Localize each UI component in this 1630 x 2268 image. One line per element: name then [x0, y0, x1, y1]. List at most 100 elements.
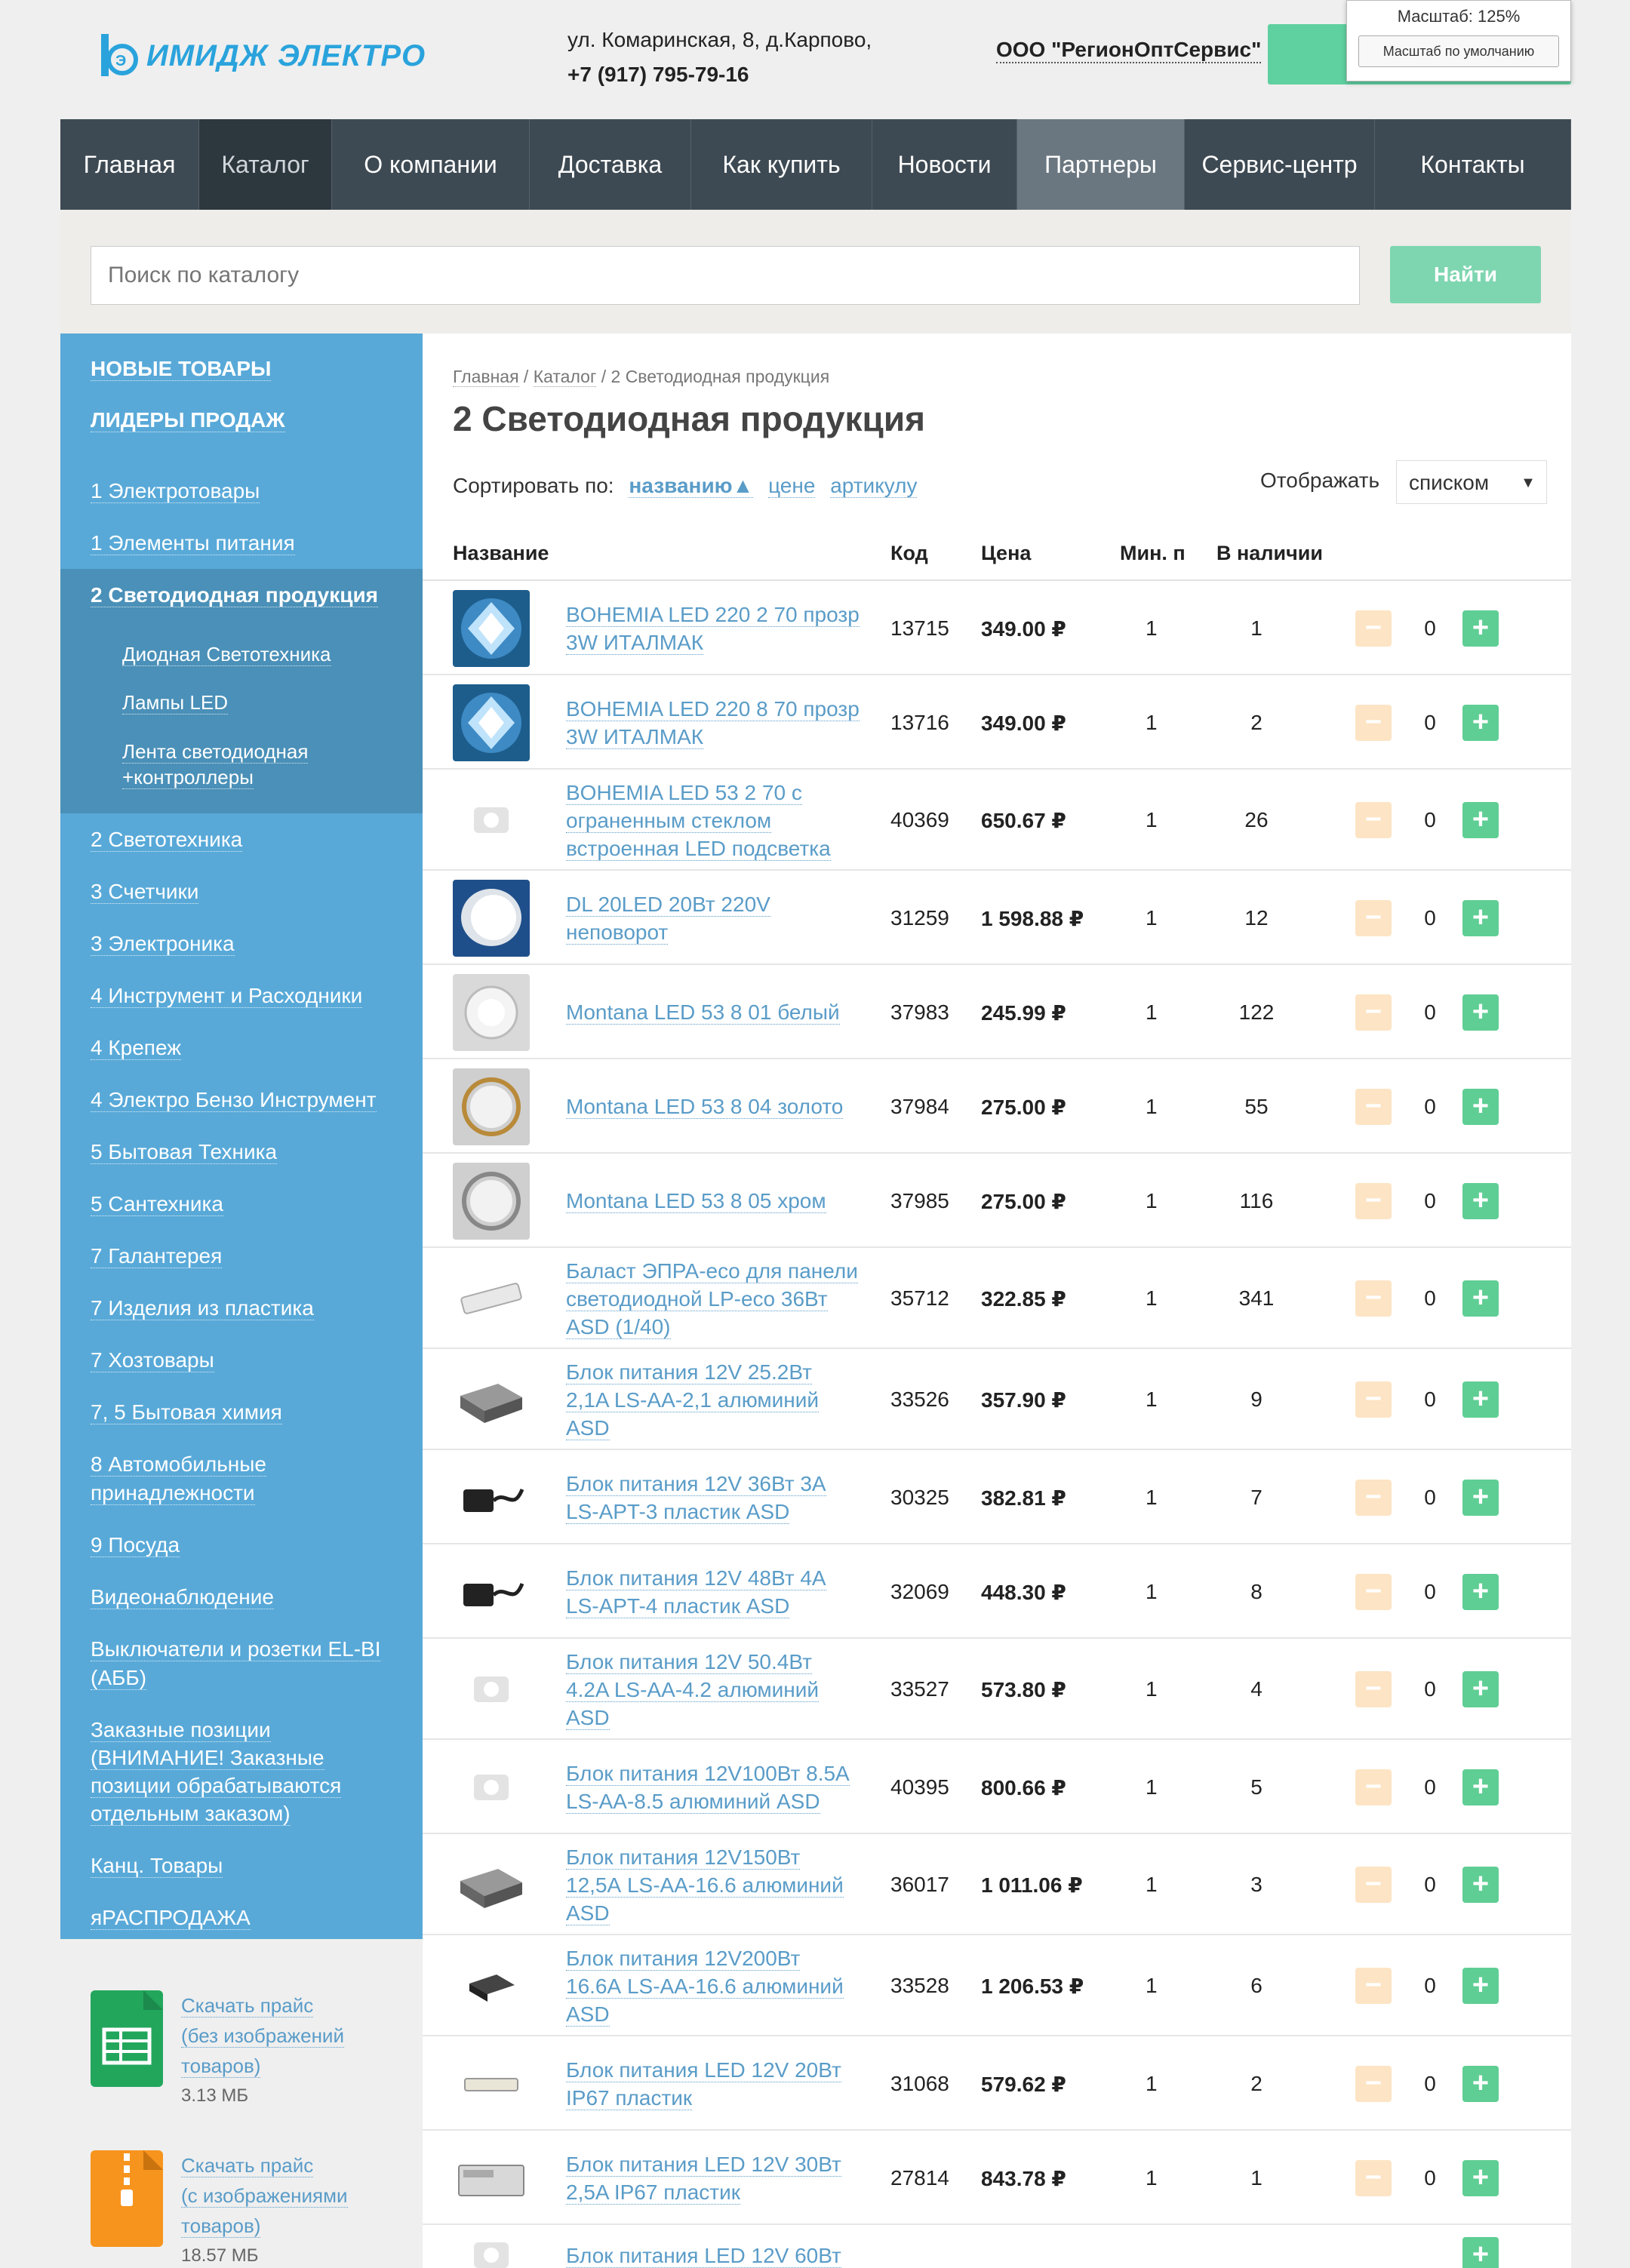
product-name-link[interactable]: Montana LED 53 8 01 белый — [566, 998, 860, 1026]
sidebar-item-batteries[interactable]: 1 Элементы питания — [91, 529, 295, 558]
product-name-link[interactable]: Блок питания 12V 50.4Вт 4.2A LS-AA-4.2 ал… — [566, 1648, 860, 1732]
minus-icon[interactable]: − — [1355, 1671, 1392, 1707]
minus-icon[interactable]: − — [1355, 1381, 1392, 1418]
nav-catalog[interactable]: Каталог — [199, 119, 332, 210]
sort-by-article[interactable]: артикулу — [830, 474, 918, 498]
plus-icon[interactable]: + — [1462, 2159, 1499, 2196]
download-link-text[interactable]: товаров) — [181, 2214, 261, 2238]
sidebar-item[interactable]: 7, 5 Бытовая химия — [91, 1398, 282, 1427]
download-link-text[interactable]: (без изображений — [181, 2024, 344, 2048]
plus-icon[interactable]: + — [1462, 1280, 1499, 1317]
minus-icon[interactable]: − — [1355, 1280, 1392, 1317]
quantity-value[interactable]: 0 — [1419, 1000, 1441, 1025]
product-name-link[interactable]: Блок питания 12V150Вт 12,5А LS-AA-16.6 ал… — [566, 1843, 860, 1927]
quantity-value[interactable]: 0 — [1419, 1873, 1441, 1897]
minus-icon[interactable]: − — [1355, 1182, 1392, 1219]
camera-placeholder-icon[interactable] — [453, 2217, 530, 2268]
nav-news[interactable]: Новости — [872, 119, 1017, 210]
minus-icon[interactable]: − — [1355, 2159, 1392, 2196]
search-button[interactable]: Найти — [1390, 246, 1541, 303]
minus-icon[interactable]: − — [1355, 1479, 1392, 1516]
product-image[interactable] — [453, 2045, 530, 2122]
product-image[interactable] — [453, 1260, 530, 1337]
product-image[interactable] — [453, 1846, 530, 1923]
quantity-value[interactable]: 0 — [1419, 2072, 1441, 2096]
sort-by-price[interactable]: цене — [768, 474, 816, 498]
sidebar-item[interactable]: 3 Электроника — [91, 930, 235, 958]
product-name-link[interactable]: Блок питания LED 12V 20Вт IP67 пластик — [566, 2056, 860, 2112]
product-name-link[interactable]: BOHEMIA LED 220 2 70 прозр 3W ИТАЛМАК — [566, 601, 860, 656]
product-name-link[interactable]: BOHEMIA LED 53 2 70 с ограненным стеклом в… — [566, 779, 860, 862]
display-select[interactable]: списком ▼ — [1395, 459, 1547, 504]
nav-how-to-buy[interactable]: Как купить — [691, 119, 872, 210]
quantity-value[interactable]: 0 — [1419, 1286, 1441, 1311]
quantity-value[interactable]: 0 — [1419, 1974, 1441, 1998]
breadcrumb-catalog[interactable]: Каталог — [533, 367, 597, 387]
plus-icon[interactable]: + — [1462, 1182, 1499, 1219]
product-name-link[interactable]: Блок питания 12V 48Вт 4А LS-APT-4 пластик… — [566, 1564, 860, 1620]
download-link-text[interactable]: Скачать прайс — [181, 2154, 314, 2177]
sidebar-item[interactable]: принадлежности — [91, 1479, 255, 1507]
minus-icon[interactable]: − — [1355, 994, 1392, 1031]
sidebar-subitem[interactable]: Лампы LED — [122, 690, 228, 715]
quantity-value[interactable]: 0 — [1419, 906, 1441, 930]
quantity-value[interactable]: 0 — [1419, 1189, 1441, 1213]
product-image[interactable] — [453, 1458, 530, 1536]
sidebar-item[interactable]: 7 Хозтовары — [91, 1346, 214, 1375]
nav-about[interactable]: О компании — [332, 119, 530, 210]
minus-icon[interactable]: − — [1355, 802, 1392, 838]
product-name-link[interactable]: Блок питания 12V 36Вт 3А LS-APT-3 пластик… — [566, 1470, 860, 1526]
nav-home[interactable]: Главная — [60, 119, 199, 210]
minus-icon[interactable]: − — [1355, 704, 1392, 741]
sidebar-item[interactable]: (ВНИМАНИЕ! Заказные — [91, 1744, 324, 1772]
product-image[interactable] — [453, 2139, 530, 2217]
sidebar-item-led-active[interactable]: 2 Светодиодная продукция — [91, 581, 379, 610]
quantity-value[interactable]: 0 — [1419, 711, 1441, 735]
plus-icon[interactable]: + — [1462, 1479, 1499, 1516]
search-input[interactable] — [91, 246, 1360, 305]
sidebar-item[interactable]: 3 Счетчики — [91, 877, 199, 906]
sidebar-item[interactable]: Видеонаблюдение — [91, 1583, 274, 1612]
sidebar-item-electro[interactable]: 1 Электротовары — [91, 477, 260, 506]
product-image[interactable] — [453, 1068, 530, 1145]
camera-placeholder-icon[interactable] — [453, 1749, 530, 1826]
sidebar-item[interactable]: 4 Электро Бензо Инструмент — [91, 1086, 377, 1114]
minus-icon[interactable]: − — [1355, 1968, 1392, 2004]
plus-icon[interactable]: + — [1462, 2237, 1499, 2268]
product-name-link[interactable]: Montana LED 53 8 05 хром — [566, 1187, 860, 1215]
plus-icon[interactable]: + — [1462, 2065, 1499, 2102]
sidebar-item[interactable]: позиции обрабатываются — [91, 1772, 342, 1800]
sidebar-item[interactable]: 7 Изделия из пластика — [91, 1294, 314, 1323]
minus-icon[interactable]: − — [1355, 1088, 1392, 1125]
plus-icon[interactable]: + — [1462, 610, 1499, 647]
minus-icon[interactable]: − — [1355, 1867, 1392, 1903]
product-image[interactable] — [453, 1162, 530, 1240]
sidebar-item[interactable]: Канц. Товары — [91, 1852, 223, 1880]
sidebar-subitem[interactable]: +контроллеры — [122, 764, 254, 790]
plus-icon[interactable]: + — [1462, 1769, 1499, 1805]
download-link-text[interactable]: (с изображениями — [181, 2184, 348, 2208]
product-name-link[interactable]: BOHEMIA LED 220 8 70 прозр 3W ИТАЛМАК — [566, 695, 860, 751]
sidebar-item[interactable]: 5 Бытовая Техника — [91, 1138, 278, 1166]
product-name-link[interactable]: Блок питания 12V100Вт 8.5А LS-AA-8.5 алюм… — [566, 1759, 860, 1815]
product-image[interactable] — [453, 973, 530, 1051]
sort-by-name[interactable]: названию▲ — [629, 474, 754, 498]
product-name-link[interactable]: DL 20LED 20Вт 220V неповорот — [566, 890, 860, 946]
product-image[interactable] — [453, 684, 530, 761]
quantity-value[interactable]: 0 — [1419, 2166, 1441, 2190]
product-name-link[interactable]: Montana LED 53 8 04 золото — [566, 1093, 860, 1120]
nav-partners[interactable]: Партнеры — [1017, 119, 1185, 210]
minus-icon[interactable]: − — [1355, 899, 1392, 936]
product-image[interactable] — [453, 879, 530, 957]
plus-icon[interactable]: + — [1462, 899, 1499, 936]
plus-icon[interactable]: + — [1462, 1968, 1499, 2004]
sidebar-item[interactable]: 5 Сантехника — [91, 1190, 223, 1219]
sidebar-item[interactable]: 2 Светотехника — [91, 825, 243, 854]
product-image[interactable] — [453, 1361, 530, 1438]
plus-icon[interactable]: + — [1462, 1381, 1499, 1418]
sidebar-item[interactable]: отдельным заказом) — [91, 1799, 291, 1828]
sidebar-item[interactable]: 4 Инструмент и Расходники — [91, 982, 363, 1010]
sidebar-item[interactable]: 9 Посуда — [91, 1531, 180, 1560]
product-name-link[interactable]: Блок питания LED 12V 60Вт — [566, 2242, 860, 2268]
quantity-value[interactable]: 0 — [1419, 616, 1441, 641]
